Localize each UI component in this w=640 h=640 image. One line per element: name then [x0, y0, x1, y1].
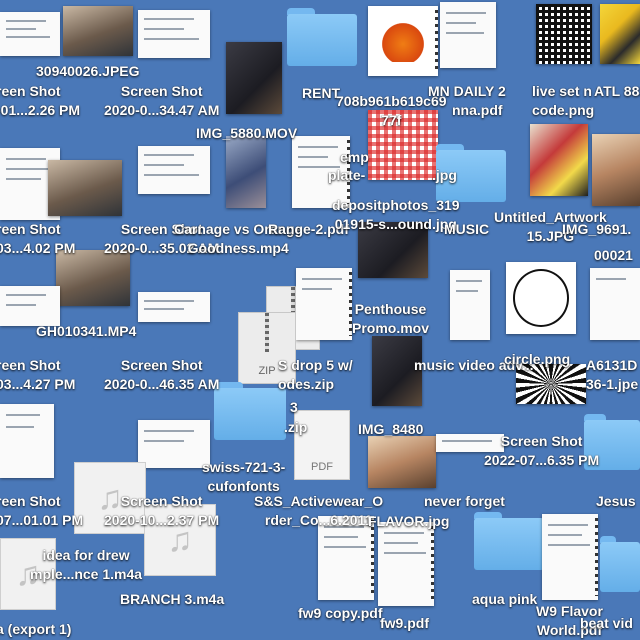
file-label[interactable]: idea for drew mple...nce 1.m4a: [30, 546, 142, 584]
folder-icon[interactable]: [474, 512, 544, 570]
screenshot-thumb[interactable]: [48, 160, 122, 216]
file-label[interactable]: fw9 copy.pdf: [298, 604, 383, 623]
file-label[interactable]: S drop 5 w/odes.zip: [278, 356, 353, 394]
qr-code-thumb[interactable]: [536, 4, 592, 64]
screenshot-thumb[interactable]: [0, 404, 54, 478]
file-label[interactable]: IMG_9691.: [562, 220, 631, 239]
screenshot-thumb[interactable]: [138, 10, 210, 58]
file-label[interactable]: swiss-721-3- cufonfonts: [202, 458, 285, 496]
video-thumb[interactable]: [56, 250, 130, 306]
photo-thumb[interactable]: [63, 6, 133, 56]
file-label[interactable]: .jpg: [432, 166, 457, 185]
maple-leaf-thumb[interactable]: [368, 6, 438, 76]
desktop: ZIP PDF ♫ ♫ ♫ reen Shot -01...2.26 PM 309…: [0, 0, 640, 640]
folder-icon[interactable]: [287, 8, 357, 66]
folder-icon[interactable]: [214, 382, 286, 440]
photo-thumb[interactable]: [368, 436, 436, 488]
screenshot-thumb[interactable]: [0, 286, 60, 326]
video-thumb[interactable]: [226, 42, 282, 114]
file-label[interactable]: .zip: [284, 418, 307, 437]
file-label[interactable]: RENT: [302, 84, 340, 103]
file-label[interactable]: Screen Shot 2022-07...6.35 PM: [484, 432, 599, 470]
file-label[interactable]: 00021: [594, 246, 633, 265]
file-label[interactable]: 3: [290, 398, 298, 417]
screenshot-thumb[interactable]: [138, 420, 210, 468]
file-label[interactable]: Penthouse Promo.mov: [352, 300, 429, 338]
file-label[interactable]: A6131D 36-1.jpe: [586, 356, 638, 394]
file-label[interactable]: IMG_8480: [358, 420, 423, 439]
file-label[interactable]: MN DAILY 2 nna.pdf: [428, 82, 506, 120]
file-label[interactable]: reen Shot 03...4.02 PM: [0, 220, 75, 258]
file-label[interactable]: 30940026.JPEG: [36, 62, 140, 81]
pdf-badge: PDF: [311, 461, 333, 473]
file-label[interactable]: circle.png: [504, 350, 570, 369]
file-label[interactable]: Jesus: [596, 492, 636, 511]
file-label[interactable]: MUSIC: [444, 220, 489, 239]
file-label[interactable]: S&S_Activewear_O rder_Co...6.2011: [254, 492, 383, 530]
screenshot-thumb[interactable]: [0, 12, 60, 56]
photo-thumb[interactable]: [592, 134, 640, 206]
screenshot-thumb[interactable]: [450, 270, 490, 340]
artwork-thumb[interactable]: [600, 4, 640, 64]
video-thumb[interactable]: [226, 136, 266, 208]
file-label[interactable]: Screen Shot 2020-0...46.35 AM: [104, 356, 219, 394]
screenshot-thumb[interactable]: [138, 146, 210, 194]
file-label[interactable]: ATL 8832: [594, 82, 640, 101]
file-label[interactable]: depositphotos_319 01915-s...ound.jpg: [332, 196, 460, 234]
file-label[interactable]: Screen Shot 2020-10...2.37 PM: [104, 492, 219, 530]
circle-image-thumb[interactable]: [506, 262, 576, 334]
file-label[interactable]: IMG_5880.MOV: [196, 124, 297, 143]
folder-icon[interactable]: [600, 536, 640, 592]
file-label[interactable]: plate-: [328, 166, 365, 185]
file-label[interactable]: reen Shot 03...4.27 PM: [0, 356, 75, 394]
pdf-thumb[interactable]: [378, 522, 434, 606]
document-thumb[interactable]: [440, 2, 496, 68]
file-label[interactable]: GH010341.MP4: [36, 322, 136, 341]
file-label[interactable]: emp: [340, 148, 369, 167]
file-label[interactable]: never forget: [424, 492, 505, 511]
artwork-thumb[interactable]: [530, 124, 588, 196]
file-label[interactable]: reen Shot -01...2.26 PM: [0, 82, 80, 120]
file-label[interactable]: FLAVOR.jpg: [368, 512, 449, 531]
file-label[interactable]: reen Shot 07...01.01 PM: [0, 492, 83, 530]
pdf-thumb[interactable]: [542, 514, 598, 600]
file-label[interactable]: a (export 1): [0, 620, 71, 639]
file-label[interactable]: beat vid: [580, 614, 633, 633]
qr-card-thumb[interactable]: [590, 268, 640, 340]
file-label[interactable]: fw9.pdf: [380, 614, 429, 633]
screenshot-thumb[interactable]: [138, 292, 210, 322]
file-label[interactable]: Screen Shot 2020-0...34.47 AM: [104, 82, 219, 120]
file-label[interactable]: aqua pink: [472, 590, 537, 609]
file-label[interactable]: live set n code.png: [532, 82, 594, 120]
pdf-thumb[interactable]: [296, 268, 352, 340]
file-label[interactable]: BRANCH 3.m4a: [120, 590, 224, 609]
